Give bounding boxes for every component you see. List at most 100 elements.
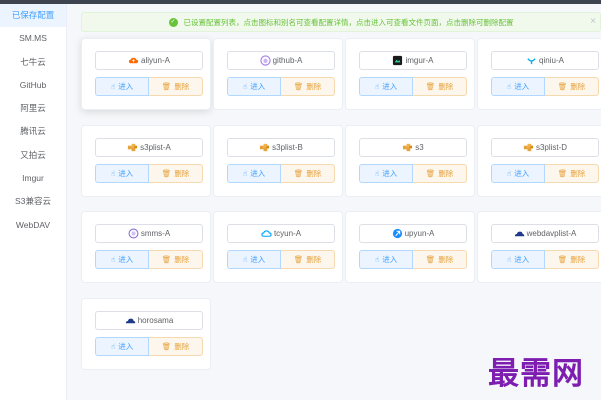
thumb-icon: ☝ <box>242 169 248 178</box>
config-name-button[interactable]: s3 <box>359 138 467 157</box>
delete-button[interactable]: 🗑 删除 <box>545 77 599 96</box>
enter-label: 进入 <box>250 169 266 178</box>
sidebar-item-aliyun[interactable]: 阿里云 <box>0 97 66 120</box>
delete-button[interactable]: 🗑 删除 <box>281 250 335 269</box>
sidebar-item-s3[interactable]: S3兼容云 <box>0 190 66 213</box>
imgur-icon <box>392 55 405 66</box>
config-actions: ☝ 进入 🗑 删除 <box>359 77 467 96</box>
sidebar-item-upyun[interactable]: 又拍云 <box>0 144 66 167</box>
config-name-button[interactable]: qiniu-A <box>491 51 599 70</box>
enter-button[interactable]: ☝ 进入 <box>491 250 545 269</box>
enter-label: 进入 <box>118 169 134 178</box>
delete-label: 删除 <box>306 169 322 178</box>
config-name-button[interactable]: s3plist-D <box>491 138 599 157</box>
config-name-button[interactable]: s3plist-A <box>95 138 203 157</box>
thumb-icon: ☝ <box>506 169 512 178</box>
config-card: upyun-A ☝ 进入 🗑 删除 <box>345 211 475 283</box>
config-actions: ☝ 进入 🗑 删除 <box>491 77 599 96</box>
main-panel: ✓ 已设置配置列表，点击图标和别名可查看配置详情，点击进入可查看文件页面，点击删… <box>67 4 601 400</box>
enter-label: 进入 <box>118 255 134 264</box>
enter-button[interactable]: ☝ 进入 <box>95 77 149 96</box>
config-name-button[interactable]: github-A <box>227 51 335 70</box>
config-name-button[interactable]: imgur-A <box>359 51 467 70</box>
sidebar-item-webdav[interactable]: WebDAV <box>0 214 66 237</box>
config-card: s3plist-D ☝ 进入 🗑 删除 <box>477 125 601 197</box>
delete-button[interactable]: 🗑 删除 <box>413 250 467 269</box>
enter-button[interactable]: ☝ 进入 <box>491 77 545 96</box>
delete-label: 删除 <box>174 82 190 91</box>
config-card: github-A ☝ 进入 🗑 删除 <box>213 38 343 110</box>
enter-button[interactable]: ☝ 进入 <box>227 164 281 183</box>
enter-button[interactable]: ☝ 进入 <box>227 77 281 96</box>
enter-button[interactable]: ☝ 进入 <box>359 250 413 269</box>
config-name-button[interactable]: webdavplist-A <box>491 224 599 243</box>
qiniu-icon <box>526 55 539 66</box>
thumb-icon: ☝ <box>110 255 116 264</box>
enter-button[interactable]: ☝ 进入 <box>227 250 281 269</box>
delete-button[interactable]: 🗑 删除 <box>149 164 203 183</box>
webdav-icon <box>514 228 527 239</box>
enter-button[interactable]: ☝ 进入 <box>95 250 149 269</box>
sidebar: 已保存配置 SM.MS 七牛云 GitHub 阿里云 腾讯云 又拍云 Imgur… <box>0 4 67 400</box>
config-name-button[interactable]: upyun-A <box>359 224 467 243</box>
upyun-icon <box>392 228 405 239</box>
delete-button[interactable]: 🗑 删除 <box>149 337 203 356</box>
config-card: s3 ☝ 进入 🗑 删除 <box>345 125 475 197</box>
config-name-button[interactable]: s3plist-B <box>227 138 335 157</box>
sidebar-item-tcyun[interactable]: 腾讯云 <box>0 120 66 143</box>
trash-icon: 🗑 <box>293 82 304 91</box>
config-actions: ☝ 进入 🗑 删除 <box>491 164 599 183</box>
enter-button[interactable]: ☝ 进入 <box>95 164 149 183</box>
s3-icon <box>127 142 140 153</box>
config-name-button[interactable]: tcyun-A <box>227 224 335 243</box>
config-actions: ☝ 进入 🗑 删除 <box>359 250 467 269</box>
delete-label: 删除 <box>438 255 454 264</box>
delete-button[interactable]: 🗑 删除 <box>545 164 599 183</box>
close-icon[interactable]: × <box>590 16 596 27</box>
config-name-button[interactable]: aliyun-A <box>95 51 203 70</box>
sidebar-item-smms[interactable]: SM.MS <box>0 27 66 50</box>
trash-icon: 🗑 <box>557 82 568 91</box>
enter-label: 进入 <box>250 255 266 264</box>
delete-button[interactable]: 🗑 删除 <box>281 77 335 96</box>
trash-icon: 🗑 <box>293 169 304 178</box>
delete-button[interactable]: 🗑 删除 <box>413 164 467 183</box>
config-name-button[interactable]: horosama <box>95 311 203 330</box>
sidebar-item-saved-configs[interactable]: 已保存配置 <box>0 4 66 28</box>
trash-icon: 🗑 <box>425 169 436 178</box>
config-name: github-A <box>272 56 303 65</box>
tcyun-icon <box>261 228 274 239</box>
config-actions: ☝ 进入 🗑 删除 <box>95 250 203 269</box>
delete-button[interactable]: 🗑 删除 <box>545 250 599 269</box>
config-name-button[interactable]: smms-A <box>95 224 203 243</box>
config-name: aliyun-A <box>141 56 170 65</box>
config-name: s3plist-A <box>140 143 171 152</box>
config-name: horosama <box>137 316 174 325</box>
enter-button[interactable]: ☝ 进入 <box>491 164 545 183</box>
delete-button[interactable]: 🗑 删除 <box>149 250 203 269</box>
trash-icon: 🗑 <box>557 255 568 264</box>
trash-icon: 🗑 <box>161 342 172 351</box>
check-circle-icon: ✓ <box>168 17 178 27</box>
enter-button[interactable]: ☝ 进入 <box>95 337 149 356</box>
delete-button[interactable]: 🗑 删除 <box>281 164 335 183</box>
delete-label: 删除 <box>306 255 322 264</box>
delete-button[interactable]: 🗑 删除 <box>413 77 467 96</box>
enter-label: 进入 <box>382 169 398 178</box>
enter-button[interactable]: ☝ 进入 <box>359 164 413 183</box>
trash-icon: 🗑 <box>425 255 436 264</box>
thumb-icon: ☝ <box>110 169 116 178</box>
sidebar-item-qiniu[interactable]: 七牛云 <box>0 51 66 74</box>
sidebar-item-imgur[interactable]: Imgur <box>0 167 66 190</box>
sidebar-item-github[interactable]: GitHub <box>0 74 66 97</box>
enter-button[interactable]: ☝ 进入 <box>359 77 413 96</box>
delete-label: 删除 <box>174 255 190 264</box>
thumb-icon: ☝ <box>506 255 512 264</box>
delete-button[interactable]: 🗑 删除 <box>149 77 203 96</box>
watermark-logo: 最需网 <box>488 356 584 392</box>
trash-icon: 🗑 <box>425 82 436 91</box>
thumb-icon: ☝ <box>374 169 380 178</box>
config-card: imgur-A ☝ 进入 🗑 删除 <box>345 38 475 110</box>
delete-label: 删除 <box>570 169 586 178</box>
delete-label: 删除 <box>306 82 322 91</box>
